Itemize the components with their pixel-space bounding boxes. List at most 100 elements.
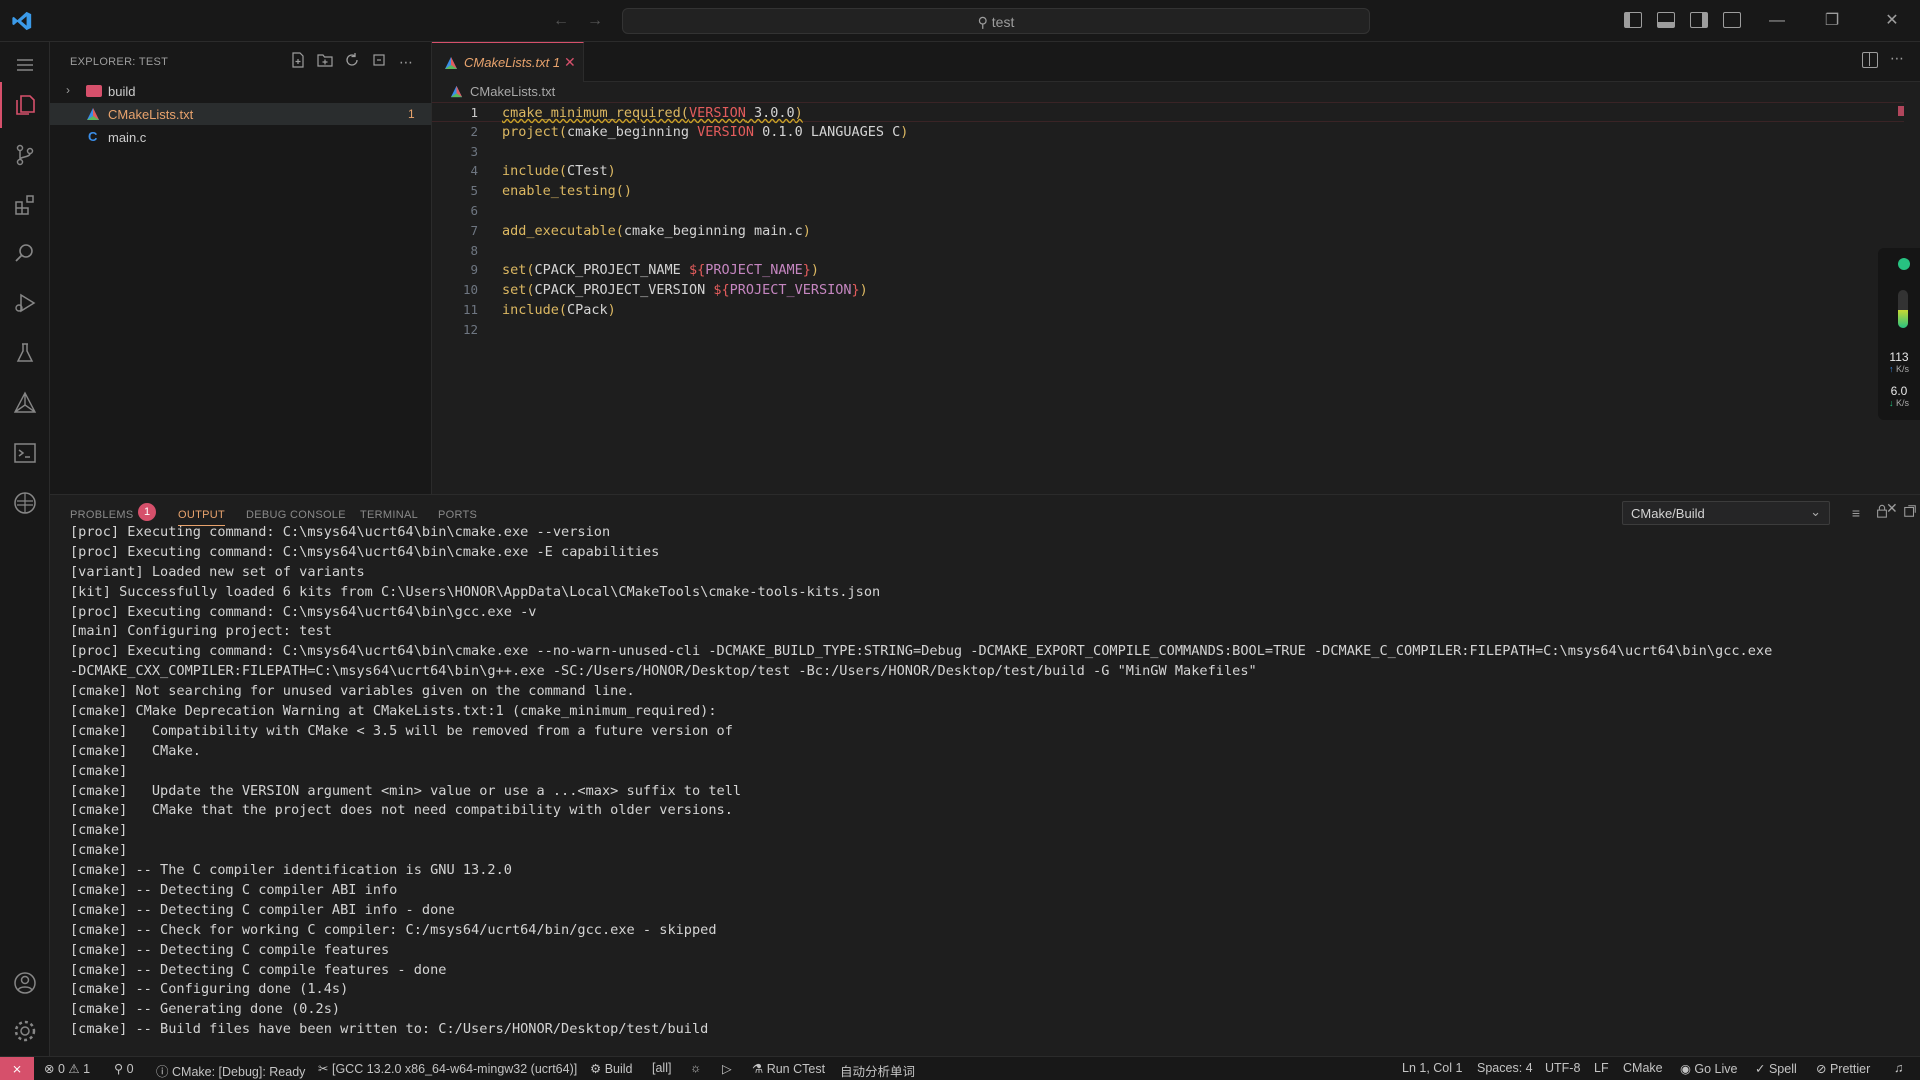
run-ctest-button[interactable]: ⚗ Run CTest: [752, 1061, 825, 1076]
close-tab-icon[interactable]: ✕: [564, 54, 576, 71]
toggle-panel-icon[interactable]: [1657, 12, 1675, 28]
code-line[interactable]: 1 cmake_minimum_required(VERSION 3.0.0): [432, 102, 1904, 122]
tree-item-main-c[interactable]: C main.c: [50, 126, 431, 148]
remote-explorer-icon[interactable]: [12, 490, 38, 516]
command-center-search[interactable]: ⚲ test: [622, 8, 1370, 34]
code-token: ): [859, 282, 868, 299]
code-line[interactable]: 12: [432, 320, 1904, 340]
search-sidebar-icon[interactable]: [12, 240, 38, 266]
go-live-label: Go Live: [1694, 1062, 1738, 1076]
launch-play-icon[interactable]: ▷: [722, 1061, 732, 1076]
log-line: [cmake] Update the VERSION argument <min…: [70, 782, 742, 799]
log-line: [proc] Executing command: C:\msys64\ucrt…: [70, 603, 537, 620]
encoding[interactable]: UTF-8: [1545, 1061, 1580, 1075]
minimize-button[interactable]: —: [1765, 10, 1789, 32]
toggle-primary-sidebar-icon[interactable]: [1624, 12, 1642, 28]
code-token: VERSION: [688, 105, 746, 121]
breadcrumb-file[interactable]: CMakeLists.txt: [470, 84, 555, 99]
tab-cmakelists[interactable]: CMakeLists.txt 1 ✕: [432, 42, 584, 82]
spell-button[interactable]: ✓ Spell: [1755, 1061, 1797, 1076]
code-token: CPack: [567, 302, 608, 318]
go-live-button[interactable]: ◉ Go Live: [1680, 1061, 1738, 1076]
output-channel-select[interactable]: CMake/Build ⌄: [1622, 501, 1830, 525]
code-token: 0.1.0 LANGUAGES C: [753, 123, 901, 140]
vscode-logo-icon: [10, 10, 34, 32]
toggle-secondary-sidebar-icon[interactable]: [1690, 12, 1708, 28]
breadcrumb[interactable]: CMakeLists.txt: [432, 82, 1920, 102]
close-window-button[interactable]: ✕: [1880, 10, 1904, 32]
nav-forward-button[interactable]: →: [584, 10, 606, 32]
code-line[interactable]: 5 enable_testing(): [432, 181, 1904, 201]
log-line: [cmake] CMake Deprecation Warning at CMa…: [70, 703, 717, 720]
word-analysis-status[interactable]: 自动分析单词: [840, 1061, 915, 1080]
code-editor[interactable]: 1 cmake_minimum_required(VERSION 3.0.0) 2 p…: [432, 102, 1904, 494]
search-text: test: [991, 14, 1015, 30]
code-token: ${: [713, 282, 730, 299]
c-file-icon: C: [88, 129, 98, 144]
source-control-icon[interactable]: [12, 142, 38, 168]
tab-debug-console[interactable]: DEBUG CONSOLE: [246, 509, 346, 521]
log-line: [cmake]: [70, 822, 128, 839]
collapse-folders-icon[interactable]: [369, 52, 389, 72]
new-folder-icon[interactable]: [315, 52, 335, 72]
code-line[interactable]: 10 set(CPACK_PROJECT_VERSION ${PROJECT_VE…: [432, 280, 1904, 300]
tab-ports[interactable]: PORTS: [438, 509, 477, 521]
cmake-icon[interactable]: [12, 390, 38, 416]
code-line[interactable]: 8: [432, 241, 1904, 261]
tree-item-cmakelists[interactable]: CMakeLists.txt 1: [50, 103, 431, 125]
ports-status[interactable]: ⚲ 0: [114, 1061, 134, 1076]
run-debug-icon[interactable]: [12, 290, 38, 316]
clear-output-icon[interactable]: ≡: [1846, 503, 1866, 523]
extensions-icon[interactable]: [12, 192, 38, 218]
cmake-kit[interactable]: ✂ [GCC 13.2.0 x86_64-w64-mingw32 (ucrt64…: [318, 1061, 577, 1076]
problems-status[interactable]: ⊗ 0 ⚠ 1: [44, 1061, 90, 1076]
code-line[interactable]: 6: [432, 201, 1904, 221]
code-line[interactable]: 4 include(CTest): [432, 161, 1904, 181]
code-line[interactable]: 11 include(CPack): [432, 300, 1904, 320]
refresh-explorer-icon[interactable]: [342, 52, 362, 72]
tab-terminal[interactable]: TERMINAL: [360, 509, 418, 521]
cmake-status[interactable]: ⓘ CMake: [Debug]: Ready: [156, 1061, 305, 1080]
gear-icon: ⚙: [590, 1062, 602, 1076]
build-target[interactable]: [all]: [652, 1061, 671, 1075]
debug-bug-icon[interactable]: ☼: [690, 1061, 701, 1075]
end-of-line[interactable]: LF: [1594, 1061, 1609, 1075]
terminal-icon[interactable]: [12, 440, 38, 466]
cursor-position[interactable]: Ln 1, Col 1: [1402, 1061, 1462, 1075]
code-token: ): [607, 163, 616, 180]
tree-item-build[interactable]: › build: [50, 80, 431, 102]
maximize-button[interactable]: ❐: [1820, 10, 1844, 32]
remote-indicator-icon[interactable]: ⨯: [0, 1057, 34, 1080]
split-editor-icon[interactable]: [1862, 52, 1878, 68]
indentation[interactable]: Spaces: 4: [1477, 1061, 1533, 1075]
customize-layout-icon[interactable]: [1723, 12, 1741, 28]
code-token: }: [851, 282, 860, 299]
code-line[interactable]: 2 project(cmake_beginning VERSION 0.1.0 L…: [432, 122, 1904, 142]
overview-ruler-marker: [1898, 106, 1904, 116]
new-file-icon[interactable]: [288, 52, 308, 72]
notifications-bell-icon[interactable]: ♫: [1894, 1061, 1903, 1075]
accounts-icon[interactable]: [12, 970, 38, 996]
log-line: [kit] Successfully loaded 6 kits from C:…: [70, 583, 881, 600]
explorer-icon[interactable]: [12, 92, 38, 118]
editor-more-actions-icon[interactable]: ⋯: [1890, 50, 1904, 67]
explorer-sidebar: EXPLORER: TEST ⋯ › build CMakeLists.txt …: [50, 42, 432, 494]
tab-problems[interactable]: PROBLEMS: [70, 509, 134, 521]
menu-icon[interactable]: [12, 52, 38, 78]
settings-gear-icon[interactable]: [12, 1018, 38, 1044]
language-mode[interactable]: CMake: [1623, 1061, 1663, 1075]
code-line[interactable]: 9 set(CPACK_PROJECT_NAME ${PROJECT_NAME}): [432, 260, 1904, 280]
nav-back-button[interactable]: ←: [550, 10, 572, 32]
prettier-button[interactable]: ⊘ Prettier: [1816, 1061, 1870, 1076]
chevron-down-icon: ⌄: [1810, 504, 1821, 519]
code-line[interactable]: 7 add_executable(cmake_beginning main.c): [432, 221, 1904, 241]
log-line: [cmake] -- Check for working C compiler:…: [70, 921, 717, 938]
testing-flask-icon[interactable]: [12, 340, 38, 366]
build-button[interactable]: ⚙ Build: [590, 1061, 633, 1076]
more-actions-icon[interactable]: ⋯: [396, 52, 416, 72]
maximize-panel-icon[interactable]: [1900, 503, 1920, 523]
code-token: set(: [502, 262, 535, 279]
output-log[interactable]: [proc] Executing command: C:\msys64\ucrt…: [70, 523, 1900, 1043]
close-panel-icon[interactable]: ✕: [1886, 500, 1898, 517]
code-line[interactable]: 3: [432, 142, 1904, 162]
